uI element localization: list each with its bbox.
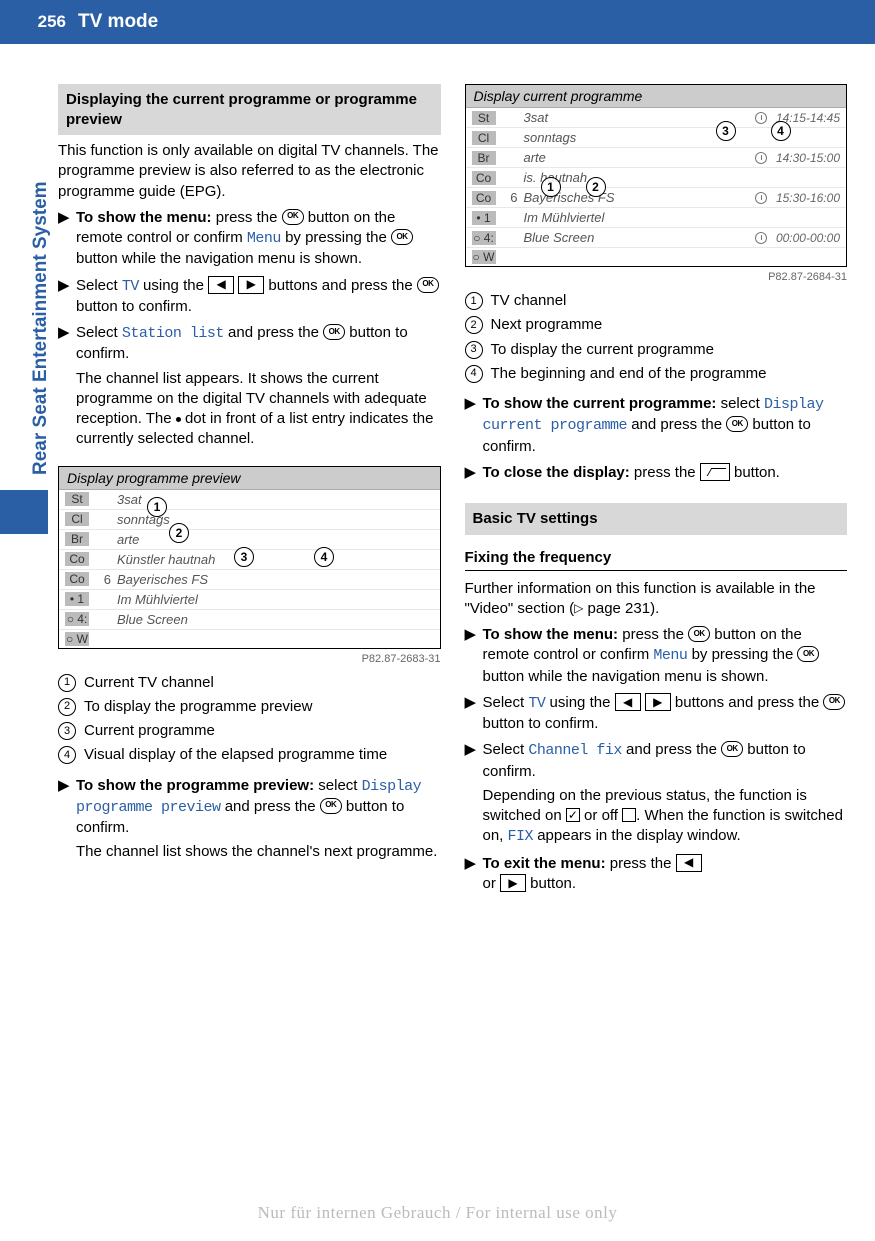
callout-4: 4 [314, 547, 334, 567]
page-header: 256 TV mode [0, 0, 875, 44]
figure-row: ○ 4:Blue Screen00:00-00:00 [466, 228, 847, 248]
figure-id: P82.87-2684-31 [465, 271, 848, 283]
figure-row: • 1Im Mühlviertel [59, 590, 440, 610]
station-list-term: Station list [122, 325, 224, 342]
legend-item: 4Visual display of the elapsed programme… [58, 745, 441, 765]
section-heading-basic-tv: Basic TV settings [465, 503, 848, 535]
ok-button-icon: OK [282, 209, 304, 225]
ok-button-icon: OK [721, 741, 743, 757]
content-area: Displaying the current programme or prog… [58, 84, 847, 900]
ok-button-icon: OK [797, 646, 819, 662]
label: To show the programme preview: [76, 777, 314, 794]
legend-item: 3Current programme [58, 721, 441, 741]
ok-button-icon: OK [320, 798, 342, 814]
legend-item: 3To display the current programme [465, 340, 848, 360]
legend-item: 2To display the programme preview [58, 697, 441, 717]
ok-button-icon: OK [726, 416, 748, 432]
step-select-tv: ▶ Select TV using the ◀ ▶ buttons and pr… [58, 276, 441, 318]
label: To exit the menu: [483, 855, 606, 872]
sidebar-chapter-label: Rear Seat Entertainment System [30, 181, 52, 475]
figure-row: Brarte [59, 530, 440, 550]
legend-item: 2Next programme [465, 315, 848, 335]
figure-row: ○ 4:Blue Screen [59, 610, 440, 630]
page-number: 256 [0, 12, 72, 32]
menu-term: Menu [653, 647, 687, 664]
figure-current-programme: Display current programme St3sat14:15-14… [465, 84, 848, 267]
step-exit-menu: ▶ To exit the menu: press the ◀ or ▶ but… [465, 854, 848, 895]
step-show-menu: ▶ To show the menu: press the OK button … [58, 208, 441, 270]
callout-1: 1 [541, 177, 561, 197]
callout-2: 2 [586, 177, 606, 197]
right-arrow-icon: ▶ [500, 874, 526, 892]
legend-item: 4The beginning and end of the programme [465, 364, 848, 384]
right-column: Display current programme St3sat14:15-14… [465, 84, 848, 900]
left-arrow-icon: ◀ [208, 276, 234, 294]
figure-title: Display current programme [466, 85, 847, 108]
subheading-fixing-freq: Fixing the frequency [465, 547, 848, 571]
legend-item: 1TV channel [465, 291, 848, 311]
figure-row: Co6Bayerisches FS15:30-16:00 [466, 188, 847, 208]
step-close-display: ▶ To close the display: press the button… [465, 463, 848, 483]
left-column: Displaying the current programme or prog… [58, 84, 441, 900]
step-channel-fix: ▶ Select Channel fix and press the OK bu… [465, 740, 848, 847]
right-arrow-icon: ▶ [645, 693, 671, 711]
legend-item: 1Current TV channel [58, 673, 441, 693]
figure-row: • 1Im Mühlviertel [466, 208, 847, 228]
checkbox-off-icon [622, 808, 636, 822]
label: To show the current programme: [483, 395, 717, 412]
tv-term: TV [122, 278, 139, 295]
menu-term: Menu [247, 230, 281, 247]
tv-term: TV [528, 695, 545, 712]
dot-icon [176, 417, 181, 422]
figure-programme-preview: Display programme preview St3satClsonnta… [58, 466, 441, 649]
footer-watermark: Nur für internen Gebrauch / For internal… [0, 1203, 875, 1223]
step-show-current: ▶ To show the current programme: select … [465, 394, 848, 457]
callout-1: 1 [147, 497, 167, 517]
channel-fix-term: Channel fix [528, 742, 622, 759]
figure-row: ○ W [59, 630, 440, 648]
triangle-ref-icon: ▷ [574, 600, 583, 616]
ok-button-icon: OK [323, 324, 345, 340]
freq-intro: Further information on this function is … [465, 579, 848, 620]
figure-row: Clsonntags [59, 510, 440, 530]
callout-3: 3 [234, 547, 254, 567]
figure-row: Brarte14:30-15:00 [466, 148, 847, 168]
ok-button-icon: OK [823, 694, 845, 710]
left-arrow-icon: ◀ [676, 854, 702, 872]
figure-id: P82.87-2683-31 [58, 653, 441, 665]
callout-2: 2 [169, 523, 189, 543]
figure-title: Display programme preview [59, 467, 440, 490]
step-show-preview: ▶ To show the programme preview: select … [58, 776, 441, 863]
callout-4: 4 [771, 121, 791, 141]
fix-term: FIX [508, 828, 534, 845]
callout-3: 3 [716, 121, 736, 141]
label: To show the menu: [76, 209, 212, 226]
ok-button-icon: OK [688, 626, 710, 642]
epg-intro-paragraph: This function is only available on digit… [58, 141, 441, 202]
step-select-tv-2: ▶ Select TV using the ◀ ▶ buttons and pr… [465, 693, 848, 735]
back-button-icon [700, 463, 730, 481]
figure-row: Cois. hautnah [466, 168, 847, 188]
figure-row: ○ W [466, 248, 847, 266]
step-show-menu-2: ▶ To show the menu: press the OK button … [465, 625, 848, 687]
figure-row: St3sat [59, 490, 440, 510]
label: To show the menu: [483, 626, 619, 643]
sidebar-tab [0, 490, 48, 534]
figure-row: Co6Bayerisches FS [59, 570, 440, 590]
ok-button-icon: OK [417, 277, 439, 293]
left-arrow-icon: ◀ [615, 693, 641, 711]
step-select-station-list: ▶ Select Station list and press the OK b… [58, 323, 441, 450]
page-title: TV mode [72, 11, 158, 33]
label: To close the display: [483, 464, 630, 481]
section-heading-epg: Displaying the current programme or prog… [58, 84, 441, 135]
checkbox-on-icon [566, 808, 580, 822]
ok-button-icon: OK [391, 229, 413, 245]
right-arrow-icon: ▶ [238, 276, 264, 294]
